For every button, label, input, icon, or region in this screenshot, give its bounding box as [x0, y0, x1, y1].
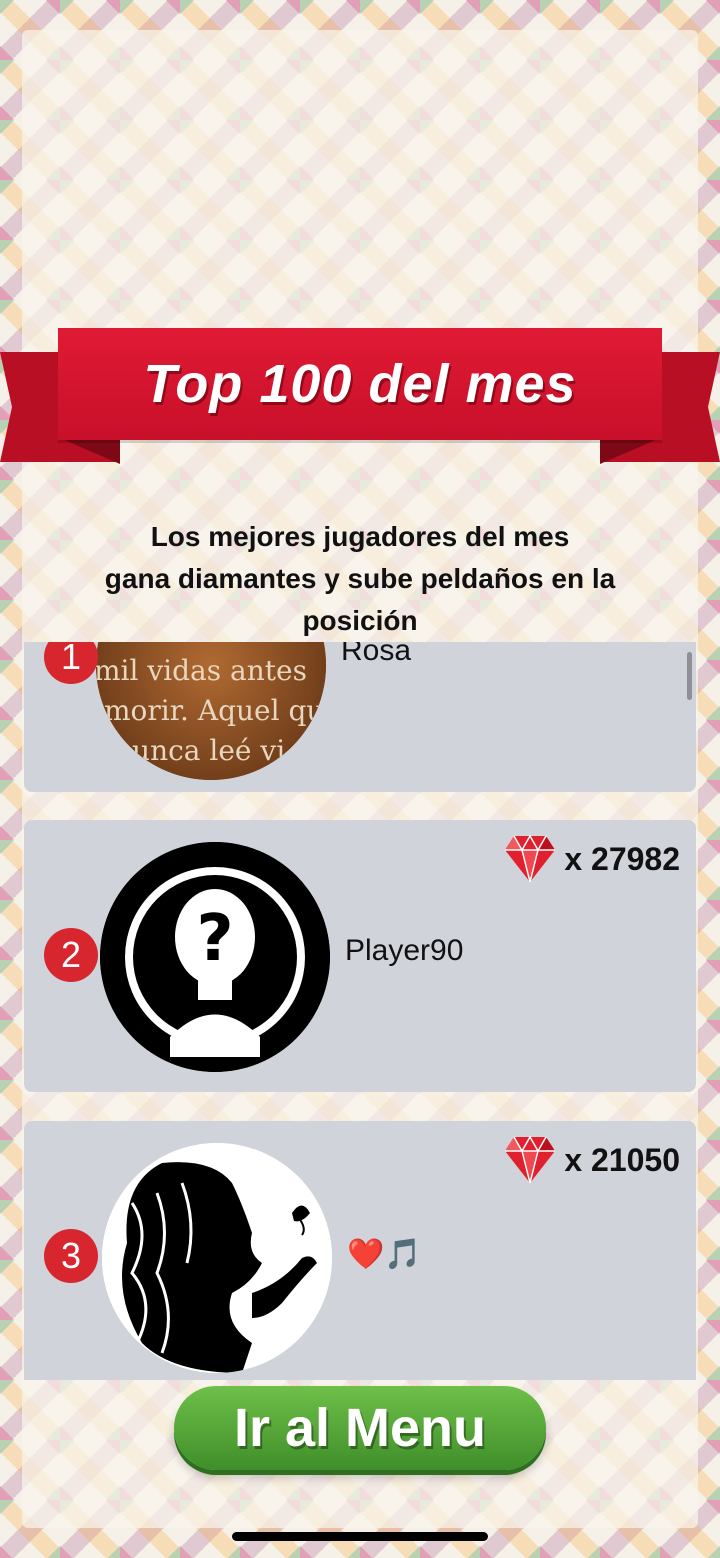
diamond-icon — [505, 1135, 556, 1184]
ribbon-banner: Top 100 del mes — [58, 328, 662, 440]
leaderboard-card-2[interactable]: x 27982 ? 2 Player90 — [24, 820, 696, 1092]
text-texture-avatar-icon: mil vidas antes morir. Aquel qu nunca le… — [96, 642, 326, 780]
rank-badge: 1 — [44, 642, 98, 684]
player-name: Rosa — [341, 642, 412, 667]
diamond-icon — [505, 834, 556, 883]
subtitle-line-3: posición — [302, 605, 418, 636]
menu-button-label: Ir al Menu — [233, 1398, 487, 1458]
gem-count-value: x 21050 — [564, 1141, 680, 1178]
rank-badge: 3 — [44, 1229, 98, 1283]
unknown-user-icon: ? — [100, 842, 330, 1072]
player-name: ❤️🎵 — [347, 1237, 422, 1272]
title-ribbon: Top 100 del mes — [0, 328, 720, 468]
player-name: Player90 — [345, 934, 464, 967]
avatar: mil vidas antes morir. Aquel qu nunca le… — [96, 642, 326, 780]
avatar-text-line: mil vidas antes — [96, 654, 307, 687]
scrollbar[interactable] — [687, 652, 692, 700]
home-indicator[interactable] — [232, 1532, 488, 1541]
silhouette-butterfly-icon — [102, 1143, 332, 1373]
subtitle: Los mejores jugadores del mes gana diama… — [60, 516, 660, 642]
gem-count: x 27982 — [504, 834, 680, 884]
menu-button[interactable]: Ir al Menu — [174, 1386, 546, 1470]
avatar-text-line: morir. Aquel qu — [104, 694, 324, 727]
gem-count-value: x 27982 — [564, 840, 680, 877]
gem-count: x 21050 — [504, 1135, 680, 1185]
leaderboard-card-1[interactable]: mil vidas antes morir. Aquel qu nunca le… — [24, 642, 696, 792]
leaderboard-list[interactable]: mil vidas antes morir. Aquel qu nunca le… — [24, 642, 696, 1380]
subtitle-line-1: Los mejores jugadores del mes — [150, 521, 570, 552]
svg-text:?: ? — [196, 902, 233, 976]
subtitle-line-2: gana diamantes y sube peldaños en la — [104, 563, 616, 594]
avatar-text-line: olo un — [144, 769, 232, 780]
page-title: Top 100 del mes — [143, 354, 577, 414]
avatar: ? — [100, 842, 330, 1072]
leaderboard-card-3[interactable]: x 21050 3 ❤️🎵 — [24, 1121, 696, 1380]
avatar-text-line: nunca leé vi — [114, 734, 285, 767]
avatar — [102, 1143, 332, 1373]
rank-badge: 2 — [44, 928, 98, 982]
